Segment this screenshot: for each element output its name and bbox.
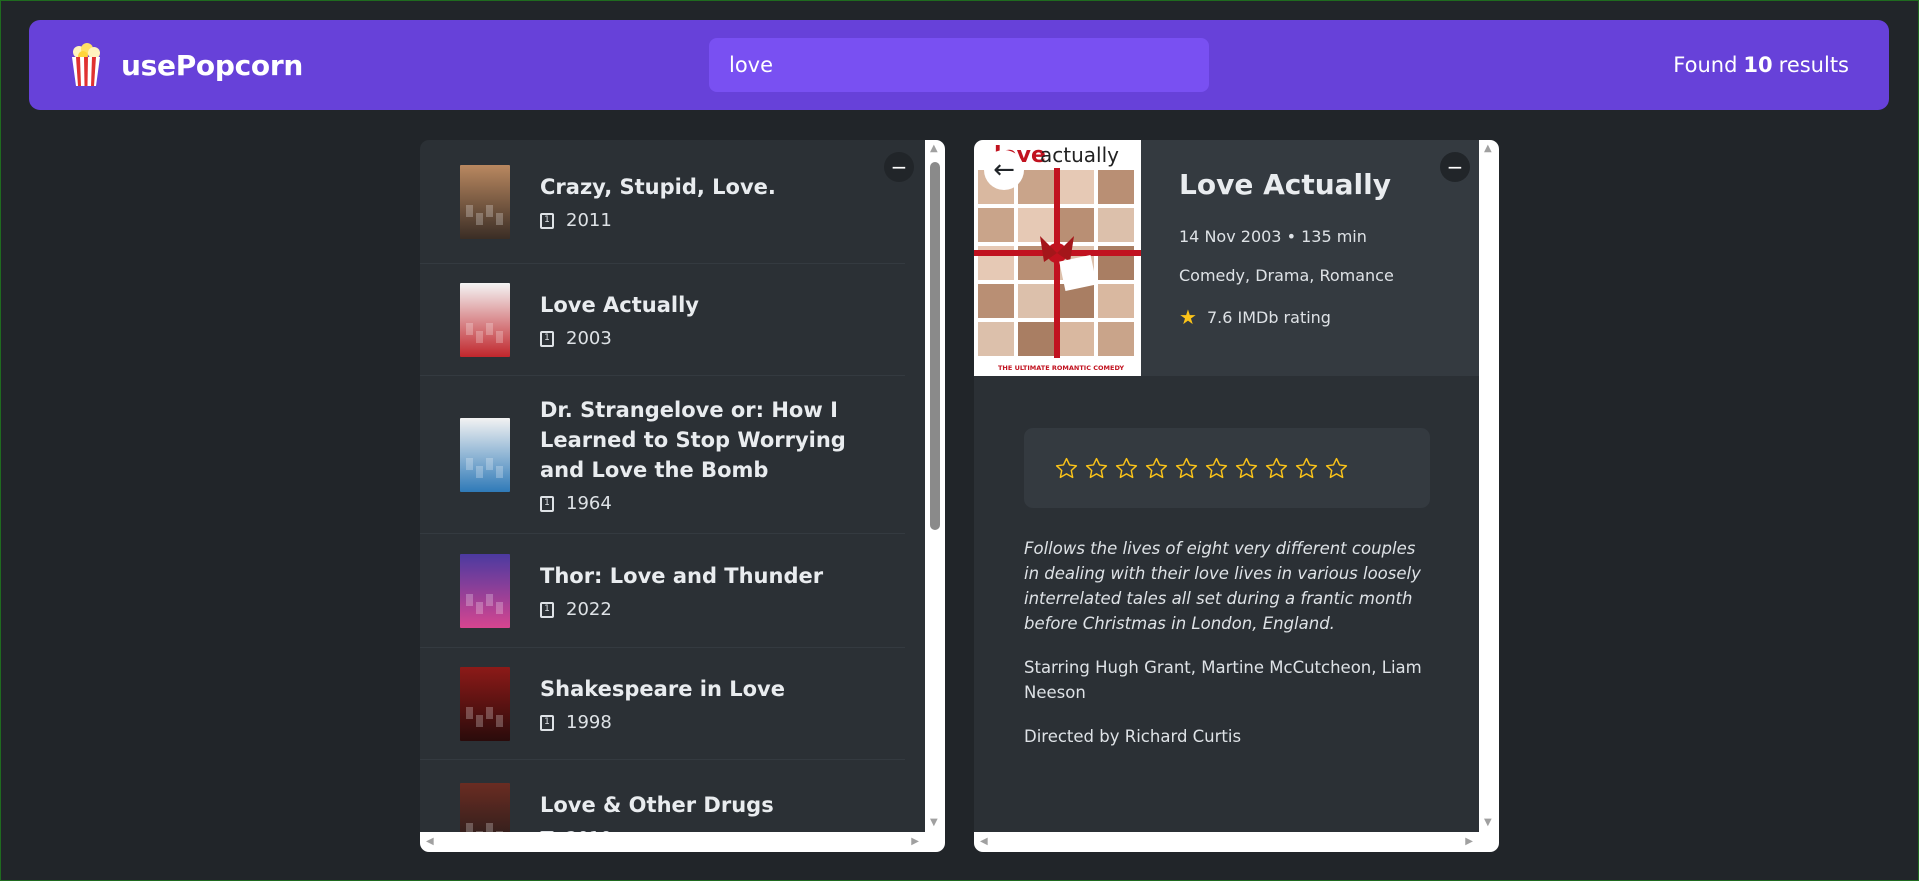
details-starring: Starring Hugh Grant, Martine McCutcheon,… [1024,658,1422,702]
star-icon: ★ [1179,305,1197,329]
movie-title: Thor: Love and Thunder [540,564,824,588]
movie-list-item[interactable]: Thor: Love and Thunder 1 2022 [420,534,905,648]
movie-year: 1998 [566,712,612,733]
logo: usePopcorn [69,43,303,87]
imdb-rating-text: 7.6 IMDb rating [1206,307,1331,327]
scroll-up-icon[interactable]: ▲ [930,144,938,154]
window-frame [0,0,1919,881]
back-button[interactable]: ← [984,150,1024,190]
details-genre: Comedy, Drama, Romance [1179,266,1394,285]
results-prefix: Found [1673,53,1738,77]
scroll-down-icon[interactable]: ▼ [930,818,938,828]
movie-title: Crazy, Stupid, Love. [540,175,776,199]
details-director: Directed by Richard Curtis [1024,727,1242,746]
star-rating [1024,428,1430,508]
poster-tagline: THE ULTIMATE ROMANTIC COMEDY [998,364,1124,372]
movie-year-row: 1 2022 [540,599,865,620]
details-vertical-scrollbar[interactable]: ▲ ▼ [1479,140,1499,832]
navbar: usePopcorn Found 10 results [29,20,1889,110]
results-count: Found 10 results [1673,20,1849,110]
movie-year-row: 1 1998 [540,712,865,733]
details-title: Love Actually [1179,168,1391,201]
horizontal-scrollbar[interactable]: ◀ ▶ [420,832,945,852]
calendar-icon: 1 [540,330,554,347]
movie-info: Crazy, Stupid, Love. 1 2011 [540,172,865,231]
movie-year-row: 1 2003 [540,328,865,349]
rating-star-icon[interactable] [1054,456,1079,481]
movie-title: Shakespeare in Love [540,677,785,701]
rating-star-icon[interactable] [1174,456,1199,481]
details-release-runtime: 14 Nov 2003 • 135 min [1179,227,1367,246]
popcorn-icon [72,43,100,86]
movie-year: 1964 [566,493,612,514]
movie-info: Love Actually 1 2003 [540,290,865,349]
details-runtime: 135 min [1301,227,1367,246]
poster-title-actually: actually [1040,143,1119,167]
calendar-icon: 1 [540,714,554,731]
details-description: Follows the lives of eight very differen… [1024,536,1434,768]
calendar-icon: 1 [540,212,554,229]
details-scroll-up-icon[interactable]: ▲ [1484,144,1492,154]
rating-star-icon[interactable] [1294,456,1319,481]
movie-year-row: 1 1964 [540,493,865,514]
scrollbar-thumb[interactable] [930,162,940,530]
calendar-icon: 1 [540,495,554,512]
movie-title: Love Actually [540,293,699,317]
details-scroll-down-icon[interactable]: ▼ [1484,818,1492,828]
movie-info: Thor: Love and Thunder 1 2022 [540,561,865,620]
movie-poster-thumb [460,417,510,492]
movie-year: 2011 [566,210,612,231]
details-scroll-right-icon[interactable]: ▶ [1465,837,1473,847]
movie-info: Shakespeare in Love 1 1998 [540,674,865,733]
movie-title: Love & Other Drugs [540,793,774,817]
movie-title: Dr. Strangelove or: How I Learned to Sto… [540,398,846,482]
results-suffix: results [1778,53,1849,77]
rating-star-icon[interactable] [1114,456,1139,481]
movie-poster-thumb [460,164,510,239]
details-released: 14 Nov 2003 [1179,227,1282,246]
rating-star-icon[interactable] [1204,456,1229,481]
details-overview: Love Actually 14 Nov 2003 • 135 min Come… [1141,140,1479,376]
movie-year: 2022 [566,599,612,620]
movie-list-item[interactable]: Dr. Strangelove or: How I Learned to Sto… [420,376,905,534]
scroll-right-icon[interactable]: ▶ [911,837,919,847]
movie-poster-thumb [460,553,510,628]
scroll-left-icon[interactable]: ◀ [426,837,434,847]
rating-star-icon[interactable] [1324,456,1349,481]
results-number: 10 [1743,53,1773,77]
movie-list-item[interactable]: Shakespeare in Love 1 1998 [420,648,905,760]
rating-star-icon[interactable] [1084,456,1109,481]
calendar-icon: 1 [540,601,554,618]
movie-list-item[interactable]: Love Actually 1 2003 [420,264,905,376]
search-input[interactable] [709,38,1209,92]
movie-list: Crazy, Stupid, Love. 1 2011 Love Actually 1 2… [420,140,905,852]
vertical-scrollbar[interactable]: ▲ ▼ [925,140,945,832]
movie-poster-thumb [460,666,510,741]
details-imdb-rating: ★ 7.6 IMDb rating [1179,305,1441,329]
collapse-list-button[interactable]: − [884,152,914,182]
app-name: usePopcorn [121,48,303,82]
rating-star-icon[interactable] [1144,456,1169,481]
details-header: love actually THE ULTIMATE ROMANTIC COME… [974,140,1499,376]
movie-poster-thumb [460,282,510,357]
movie-list-item[interactable]: Crazy, Stupid, Love. 1 2011 [420,140,905,264]
details-plot: Follows the lives of eight very differen… [1024,539,1421,633]
details-horizontal-scrollbar[interactable]: ◀ ▶ [974,832,1499,852]
rating-star-icon[interactable] [1264,456,1289,481]
rating-star-icon[interactable] [1234,456,1259,481]
movie-year-row: 1 2011 [540,210,865,231]
collapse-details-button[interactable]: − [1440,152,1470,182]
movie-year: 2003 [566,328,612,349]
movie-info: Dr. Strangelove or: How I Learned to Sto… [540,395,865,514]
details-scroll-left-icon[interactable]: ◀ [980,837,988,847]
movie-details-box[interactable]: − ← love actually THE ULTIMATE ROMANTIC … [974,140,1499,852]
movie-list-box[interactable]: − Crazy, Stupid, Love. 1 2011 Love Actually… [420,140,945,852]
